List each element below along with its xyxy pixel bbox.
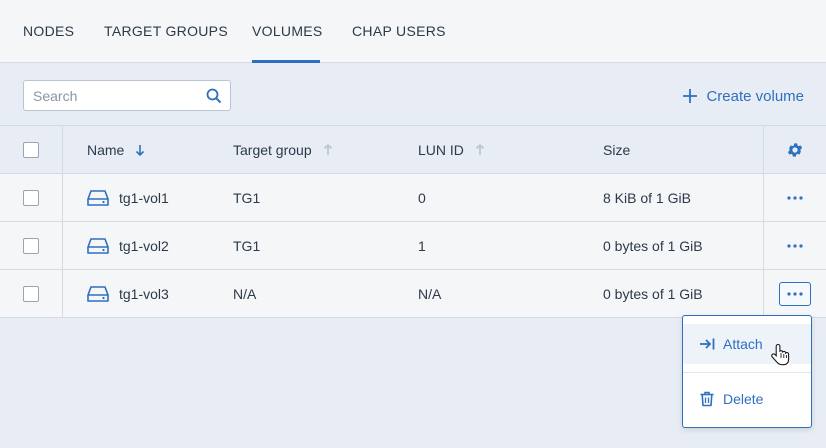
row-checkbox[interactable] (23, 285, 39, 302)
row-actions-button[interactable] (779, 234, 811, 258)
column-target-group-label: Target group (233, 141, 312, 158)
attach-arrow-icon (700, 338, 715, 350)
search-input[interactable] (24, 81, 200, 110)
search-icon[interactable] (206, 88, 222, 104)
tab-nodes[interactable]: NODES (23, 0, 74, 63)
create-volume-label: Create volume (706, 87, 804, 105)
table-row[interactable]: tg1-vol1 TG1 0 8 KiB of 1 GiB (0, 174, 826, 222)
plus-icon (683, 89, 698, 103)
column-lun-id-label: LUN ID (418, 141, 464, 158)
volumes-table: Name Target group LUN ID Size tg1-vol1 T… (0, 126, 826, 318)
column-header-target-group[interactable]: Target group (233, 126, 334, 173)
create-volume-button[interactable]: Create volume (682, 86, 804, 106)
size-value: 0 bytes of 1 GiB (603, 285, 703, 302)
tab-chap-users[interactable]: CHAP USERS (352, 0, 446, 63)
row-actions-button[interactable] (779, 281, 811, 306)
target-group-value: N/A (233, 285, 257, 302)
trash-icon (700, 391, 714, 407)
column-header-name[interactable]: Name (87, 126, 146, 173)
tab-target-groups[interactable]: TARGET GROUPS (104, 0, 228, 63)
table-header: Name Target group LUN ID Size (0, 126, 826, 174)
column-size-label: Size (603, 141, 631, 158)
sort-up-icon (323, 143, 332, 155)
lun-id-value: 1 (418, 237, 426, 254)
more-dots-icon (787, 291, 803, 296)
toolbar: Create volume (0, 63, 826, 126)
row-checkbox[interactable] (23, 237, 39, 254)
delete-label: Delete (723, 391, 764, 407)
more-dots-icon (787, 243, 803, 248)
more-dots-icon (787, 195, 803, 200)
row-actions-button[interactable] (779, 186, 811, 210)
menu-divider (683, 372, 811, 373)
tab-volumes[interactable]: VOLUMES (252, 0, 322, 63)
lun-id-value: 0 (418, 189, 426, 206)
volume-name: tg1-vol1 (119, 189, 169, 206)
row-context-menu: Attach Delete (682, 315, 812, 428)
gear-icon[interactable] (786, 141, 804, 159)
select-all-checkbox[interactable] (23, 141, 39, 158)
tab-bar: NODES TARGET GROUPS VOLUMES CHAP USERS (0, 0, 826, 63)
volume-drive-icon (87, 285, 109, 302)
size-value: 8 KiB of 1 GiB (603, 189, 691, 206)
row-checkbox[interactable] (23, 189, 39, 206)
volume-name: tg1-vol3 (119, 285, 169, 302)
attach-label: Attach (723, 336, 763, 352)
search-box (23, 80, 231, 111)
volume-drive-icon (87, 189, 109, 206)
delete-menu-item[interactable]: Delete (683, 379, 811, 419)
column-header-size[interactable]: Size (603, 126, 630, 173)
size-value: 0 bytes of 1 GiB (603, 237, 703, 254)
volume-drive-icon (87, 237, 109, 254)
hand-pointer-cursor-icon (771, 343, 790, 366)
table-row[interactable]: tg1-vol3 N/A N/A 0 bytes of 1 GiB (0, 270, 826, 318)
lun-id-value: N/A (418, 285, 442, 302)
column-header-lun-id[interactable]: LUN ID (418, 126, 486, 173)
volume-name: tg1-vol2 (119, 237, 169, 254)
table-row[interactable]: tg1-vol2 TG1 1 0 bytes of 1 GiB (0, 222, 826, 270)
attach-menu-item[interactable]: Attach (683, 324, 811, 364)
sort-up-icon (475, 143, 484, 155)
sort-down-icon (136, 144, 145, 156)
target-group-value: TG1 (233, 189, 261, 206)
target-group-value: TG1 (233, 237, 261, 254)
column-name-label: Name (87, 141, 125, 158)
